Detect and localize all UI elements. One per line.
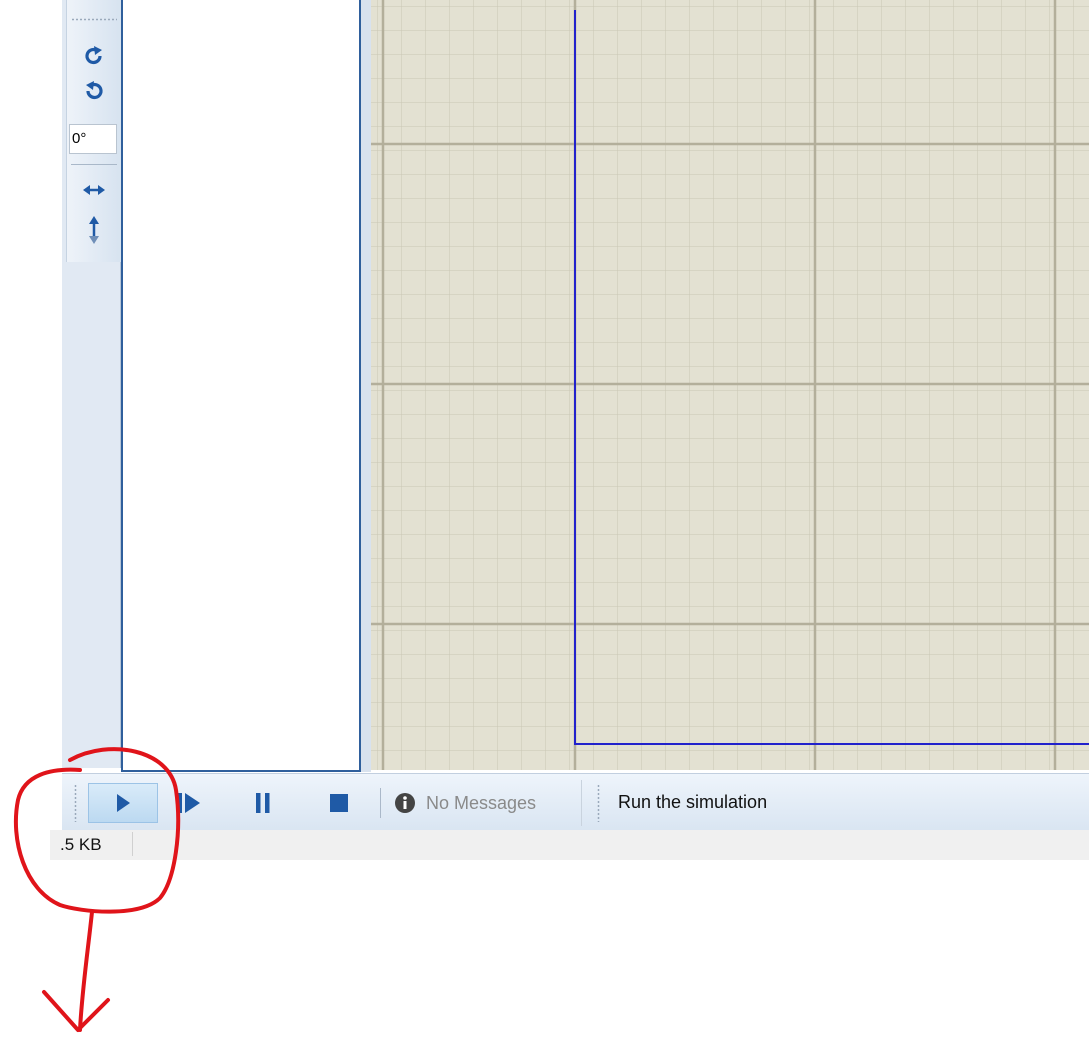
step-button[interactable]: [170, 784, 208, 822]
simulation-toolbar: No Messages Run the simulation: [62, 773, 1089, 831]
stop-icon: [330, 794, 348, 812]
orientation-toolbar: 0°: [66, 0, 121, 262]
toolbar-divider: [581, 780, 582, 826]
toolbar-grip[interactable]: [597, 784, 600, 822]
play-icon: [117, 794, 130, 812]
info-icon: [395, 793, 415, 813]
status-tooltip-text: Run the simulation: [618, 792, 768, 812]
rotate-counterclockwise-button[interactable]: [77, 75, 111, 107]
messages-label: No Messages: [426, 792, 537, 813]
annotation-arrow-head: [42, 990, 110, 1032]
mirror-vertical-icon: [89, 216, 99, 244]
rotation-angle-field[interactable]: 0°: [69, 124, 117, 154]
toolbar-grip[interactable]: [71, 18, 117, 21]
panel-splitter[interactable]: [361, 0, 371, 772]
status-bar: .5 KB: [50, 830, 1089, 860]
mirror-horizontal-button[interactable]: [77, 174, 111, 206]
stop-button[interactable]: [320, 784, 358, 822]
toolbar-grip[interactable]: [74, 784, 77, 822]
rotate-clockwise-icon: [85, 46, 102, 65]
object-selector-panel[interactable]: [121, 0, 361, 772]
app-window: 0° No Messages Run the simulation .5 KB: [0, 0, 1089, 860]
schematic-canvas[interactable]: [371, 0, 1089, 770]
rotate-clockwise-button[interactable]: [77, 40, 111, 72]
toolbar-divider: [71, 164, 117, 165]
rotate-counterclockwise-icon: [86, 81, 103, 100]
pause-button[interactable]: [244, 784, 282, 822]
schematic-grid: [371, 0, 1089, 770]
mirror-vertical-button[interactable]: [77, 214, 111, 246]
play-button[interactable]: [88, 783, 158, 823]
step-icon: [178, 793, 200, 813]
messages-indicator[interactable]: No Messages: [394, 782, 536, 824]
toolbar-divider: [380, 788, 381, 818]
pause-icon: [256, 793, 270, 813]
file-size-label: .5 KB: [60, 835, 102, 854]
annotation-arrow-line: [78, 910, 94, 1032]
mirror-horizontal-icon: [83, 185, 105, 195]
status-divider: [132, 832, 133, 856]
